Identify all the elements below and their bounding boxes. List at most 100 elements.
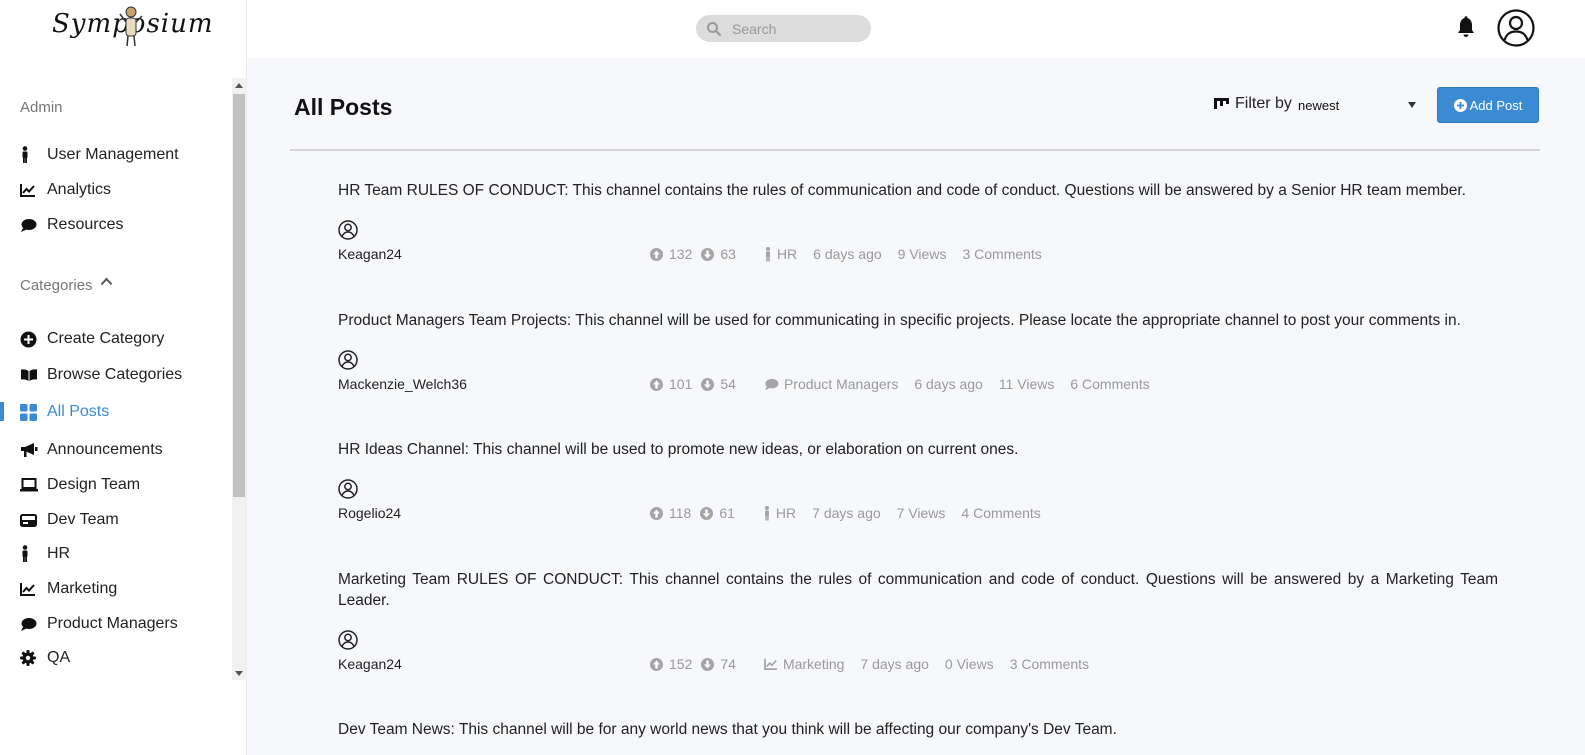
sidebar-item-label: Design Team: [47, 476, 141, 493]
post-comments[interactable]: 3 Comments: [1010, 656, 1089, 672]
post-author[interactable]: Keagan24: [338, 246, 402, 262]
sidebar-item-label: HR: [47, 545, 71, 562]
downvote-count: 61: [719, 505, 735, 521]
post-category[interactable]: Marketing: [764, 656, 844, 672]
upvote-button[interactable]: 101: [650, 376, 692, 392]
post-title[interactable]: Dev Team News: This channel will be for …: [338, 719, 1498, 740]
scroll-down-arrow-icon[interactable]: [235, 671, 243, 676]
add-post-button[interactable]: Add Post: [1437, 87, 1539, 123]
post-item: Dev Team News: This channel will be for …: [338, 719, 1498, 740]
scrollbar-thumb[interactable]: [233, 94, 245, 497]
search-input[interactable]: [732, 19, 862, 38]
downvote-button[interactable]: 63: [701, 246, 736, 262]
sidebar-item-analytics[interactable]: Analytics: [20, 179, 111, 201]
post-title[interactable]: Product Managers Team Projects: This cha…: [338, 310, 1498, 331]
header-divider: [290, 149, 1540, 151]
add-post-label: Add Post: [1469, 97, 1523, 113]
sidebar-item-announcements[interactable]: Announcements: [20, 439, 163, 461]
sidebar-item-qa[interactable]: QA: [20, 647, 70, 669]
laptop-icon: [20, 476, 39, 494]
scroll-up-arrow-icon[interactable]: [235, 83, 243, 88]
post-category-label: HR: [775, 505, 797, 521]
sidebar-item-label: QA: [47, 649, 71, 666]
arrow-up-circle-icon: [650, 506, 663, 520]
arrow-down-circle-icon: [700, 506, 714, 520]
post-time: 6 days ago: [914, 376, 983, 392]
sidebar-scrollbar[interactable]: [232, 78, 246, 680]
post-category[interactable]: HR: [763, 505, 796, 521]
post-views: 7 Views: [896, 505, 946, 521]
downvote-button[interactable]: 54: [701, 376, 736, 392]
grid-icon: [20, 403, 39, 421]
upvote-button[interactable]: 118: [650, 505, 691, 521]
main-content: All Posts Filter by newest Add Post HR T…: [247, 58, 1585, 755]
sidebar-item-label: Announcements: [47, 441, 163, 458]
sidebar-item-marketing[interactable]: Marketing: [20, 578, 117, 600]
sidebar-item-dev-team[interactable]: Dev Team: [20, 509, 119, 531]
post-category-label: HR: [776, 246, 798, 262]
person-icon: [20, 146, 39, 164]
post-time: 6 days ago: [813, 246, 882, 262]
sidebar-item-product-managers[interactable]: Product Managers: [20, 613, 178, 635]
post-meta: 132 63 HR 6 days ago 9 Views 3 Comments: [650, 246, 1058, 262]
chart-line-icon: [20, 181, 39, 199]
top-bar: Symposium: [0, 0, 1585, 58]
post-comments[interactable]: 6 Comments: [1070, 376, 1149, 392]
post-time: 7 days ago: [812, 505, 881, 521]
sidebar-item-browse-categories[interactable]: Browse Categories: [20, 364, 182, 386]
speech-bubble-icon: [20, 216, 39, 234]
post-comments[interactable]: 4 Comments: [961, 505, 1040, 521]
gear-icon: [20, 649, 39, 667]
upvote-count: 132: [669, 246, 693, 262]
sidebar-item-label: User Management: [47, 146, 179, 163]
person-icon: [765, 246, 770, 261]
post-item: HR Team RULES OF CONDUCT: This channel c…: [338, 180, 1498, 262]
sidebar-item-label: Marketing: [47, 580, 118, 597]
upvote-button[interactable]: 152: [650, 656, 692, 672]
post-title[interactable]: Marketing Team RULES OF CONDUCT: This ch…: [338, 569, 1498, 611]
downvote-count: 74: [720, 656, 736, 672]
speech-bubble-icon: [764, 378, 779, 390]
post-views: 11 Views: [998, 376, 1055, 392]
downvote-button[interactable]: 74: [701, 656, 736, 672]
plus-circle-icon: [20, 330, 39, 348]
sidebar-item-label: Analytics: [47, 181, 112, 198]
post-views: 0 Views: [944, 656, 994, 672]
sidebar-item-all-posts[interactable]: All Posts: [20, 401, 109, 423]
post-comments[interactable]: 3 Comments: [962, 246, 1041, 262]
upvote-button[interactable]: 132: [650, 246, 692, 262]
sidebar-item-user-management[interactable]: User Management: [20, 144, 179, 166]
post-author[interactable]: Mackenzie_Welch36: [338, 376, 467, 392]
chevron-up-icon[interactable]: [100, 277, 113, 286]
post-item: Marketing Team RULES OF CONDUCT: This ch…: [338, 569, 1498, 672]
filter-label: Filter by: [1214, 95, 1292, 113]
post-title[interactable]: HR Ideas Channel: This channel will be u…: [338, 439, 1498, 460]
arrow-up-circle-icon: [650, 377, 663, 391]
sidebar-item-design-team[interactable]: Design Team: [20, 474, 140, 496]
filter-select[interactable]: newest: [1296, 94, 1421, 116]
post-author[interactable]: Rogelio24: [338, 505, 401, 521]
post-author[interactable]: Keagan24: [338, 656, 402, 672]
sidebar-item-create-category[interactable]: Create Category: [20, 328, 164, 350]
filter-label-text: Filter by: [1235, 95, 1292, 112]
logo[interactable]: Symposium: [0, 0, 247, 58]
post-category[interactable]: Product Managers: [764, 376, 898, 392]
megaphone-icon: [20, 441, 39, 459]
sidebar-item-label: Product Managers: [47, 615, 178, 632]
person-icon: [20, 545, 39, 563]
bell-icon[interactable]: [1456, 16, 1476, 38]
search-bar[interactable]: [696, 15, 871, 42]
plus-circle-icon: [1453, 98, 1467, 112]
sidebar-item-label: Dev Team: [47, 511, 119, 528]
open-book-icon: [20, 366, 39, 384]
categories-heading: Categories: [20, 277, 93, 294]
post-views: 9 Views: [897, 246, 947, 262]
sidebar-item-resources[interactable]: Resources: [20, 214, 123, 236]
sidebar-item-hr[interactable]: HR: [20, 543, 70, 565]
chart-line-icon: [20, 580, 39, 598]
post-category[interactable]: HR: [764, 246, 797, 262]
upvote-count: 101: [669, 376, 693, 392]
post-title[interactable]: HR Team RULES OF CONDUCT: This channel c…: [338, 180, 1498, 201]
downvote-button[interactable]: 61: [700, 505, 735, 521]
user-circle-icon[interactable]: [1497, 9, 1535, 47]
